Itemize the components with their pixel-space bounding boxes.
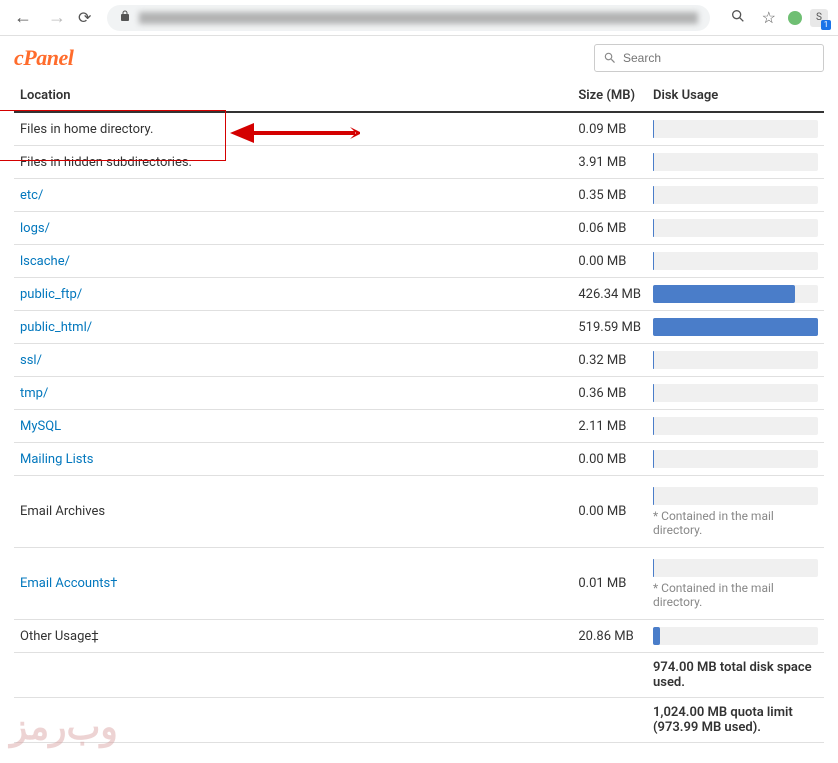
usage-cell — [647, 377, 824, 410]
size-cell: 426.34 MB — [572, 278, 647, 311]
usage-cell: * Contained in the mail directory. — [647, 548, 824, 620]
lock-icon — [119, 10, 131, 26]
summary-text: 1,024.00 MB quota limit (973.99 MB used)… — [647, 698, 824, 743]
usage-bar — [653, 252, 818, 270]
usage-bar — [653, 417, 818, 435]
size-cell: 0.09 MB — [572, 112, 647, 146]
disk-usage-table: Location Size (MB) Disk Usage Files in h… — [14, 80, 824, 743]
usage-bar — [653, 487, 818, 505]
size-cell: 519.59 MB — [572, 311, 647, 344]
usage-cell — [647, 112, 824, 146]
location-link[interactable]: tmp/ — [20, 386, 48, 401]
size-cell: 3.91 MB — [572, 146, 647, 179]
usage-bar — [653, 120, 818, 138]
header-location[interactable]: Location — [14, 80, 572, 112]
size-cell: 2.11 MB — [572, 410, 647, 443]
app-header: cPanel — [0, 36, 838, 80]
usage-note: * Contained in the mail directory. — [653, 581, 818, 609]
location-link[interactable]: ssl/ — [20, 353, 42, 368]
size-cell: 0.00 MB — [572, 443, 647, 476]
table-row: public_html/519.59 MB — [14, 311, 824, 344]
location-label: Other Usage‡ — [20, 629, 99, 644]
table-row: Email Archives 0.00 MB* Contained in the … — [14, 476, 824, 548]
location-link[interactable]: lscache/ — [20, 254, 70, 269]
summary-row: 974.00 MB total disk space used. — [14, 653, 824, 698]
usage-bar — [653, 559, 818, 577]
bookmark-star-icon[interactable]: ☆ — [758, 8, 780, 27]
size-cell: 0.00 MB — [572, 245, 647, 278]
table-row: Email Accounts† 0.01 MB* Contained in the… — [14, 548, 824, 620]
extension-badge-icon[interactable]: S — [810, 9, 828, 27]
location-link[interactable]: public_ftp/ — [20, 287, 82, 302]
usage-cell — [647, 410, 824, 443]
usage-cell — [647, 245, 824, 278]
usage-cell: * Contained in the mail directory. — [647, 476, 824, 548]
table-row: Files in home directory. 0.09 MB — [14, 112, 824, 146]
usage-bar — [653, 384, 818, 402]
usage-cell — [647, 278, 824, 311]
usage-cell — [647, 344, 824, 377]
size-cell: 0.35 MB — [572, 179, 647, 212]
usage-cell — [647, 443, 824, 476]
usage-cell — [647, 179, 824, 212]
usage-bar — [653, 627, 818, 645]
zoom-icon[interactable] — [726, 8, 750, 28]
url-text — [139, 12, 697, 24]
table-row: Other Usage‡ 20.86 MB — [14, 620, 824, 653]
table-row: MySQL 2.11 MB — [14, 410, 824, 443]
location-link[interactable]: MySQL — [20, 419, 61, 434]
usage-bar — [653, 186, 818, 204]
reload-button[interactable]: ⟳ — [78, 8, 91, 27]
size-cell: 0.06 MB — [572, 212, 647, 245]
size-cell: 0.01 MB — [572, 548, 647, 620]
watermark-logo: وب‌رمز — [10, 706, 118, 748]
table-row: public_ftp/426.34 MB — [14, 278, 824, 311]
location-link[interactable]: public_html/ — [20, 320, 92, 335]
usage-bar — [653, 351, 818, 369]
extension-dot-icon[interactable] — [788, 11, 802, 25]
address-bar[interactable] — [107, 5, 709, 31]
usage-bar — [653, 153, 818, 171]
cpanel-logo[interactable]: cPanel — [14, 45, 73, 71]
summary-row: 1,024.00 MB quota limit (973.99 MB used)… — [14, 698, 824, 743]
usage-cell — [647, 620, 824, 653]
size-cell: 0.36 MB — [572, 377, 647, 410]
size-cell: 0.32 MB — [572, 344, 647, 377]
location-link[interactable]: logs/ — [20, 221, 50, 236]
usage-cell — [647, 146, 824, 179]
size-cell: 0.00 MB — [572, 476, 647, 548]
search-icon — [603, 51, 617, 65]
table-row: ssl/0.32 MB — [14, 344, 824, 377]
size-cell: 20.86 MB — [572, 620, 647, 653]
usage-bar — [653, 450, 818, 468]
table-row: tmp/0.36 MB — [14, 377, 824, 410]
summary-text: 974.00 MB total disk space used. — [647, 653, 824, 698]
usage-bar — [653, 219, 818, 237]
back-button[interactable]: ← — [10, 7, 36, 28]
usage-note: * Contained in the mail directory. — [653, 509, 818, 537]
usage-cell — [647, 311, 824, 344]
header-usage[interactable]: Disk Usage — [647, 80, 824, 112]
location-link[interactable]: Mailing Lists — [20, 452, 93, 467]
table-row: etc/0.35 MB — [14, 179, 824, 212]
table-row: logs/0.06 MB — [14, 212, 824, 245]
table-row: Files in hidden subdirectories. 3.91 MB — [14, 146, 824, 179]
usage-bar — [653, 285, 818, 303]
location-label: Files in home directory. — [20, 122, 153, 137]
search-input[interactable] — [623, 51, 815, 65]
location-link[interactable]: Email Accounts† — [20, 576, 117, 591]
table-row: Mailing Lists 0.00 MB — [14, 443, 824, 476]
usage-cell — [647, 212, 824, 245]
main-content: Location Size (MB) Disk Usage Files in h… — [0, 80, 838, 763]
header-size[interactable]: Size (MB) — [572, 80, 647, 112]
forward-button[interactable]: → — [44, 7, 70, 28]
location-link[interactable]: etc/ — [20, 188, 43, 203]
table-row: lscache/0.00 MB — [14, 245, 824, 278]
search-box[interactable] — [594, 44, 824, 72]
usage-bar — [653, 318, 818, 336]
location-label: Email Archives — [20, 504, 105, 519]
browser-toolbar: ← → ⟳ ☆ S — [0, 0, 838, 36]
location-label: Files in hidden subdirectories. — [20, 155, 192, 170]
